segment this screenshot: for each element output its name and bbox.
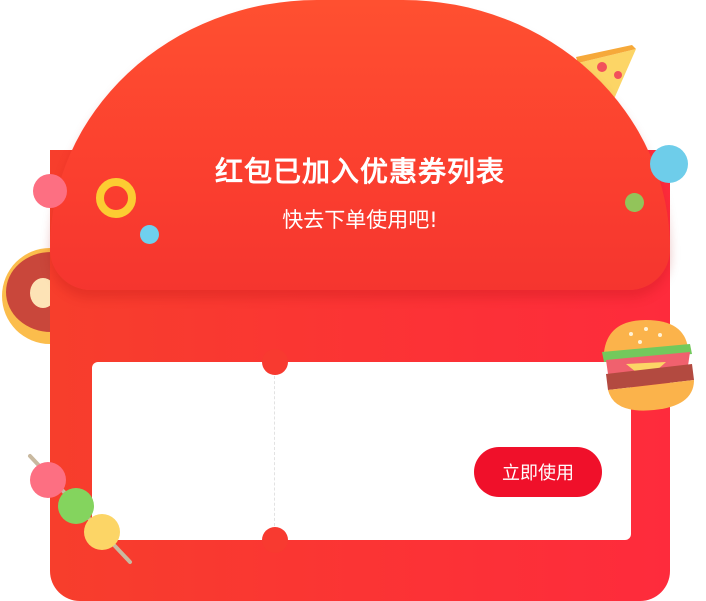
ticket-notch-bottom: [262, 527, 288, 553]
burger-icon: [602, 320, 694, 411]
ticket-divider: [274, 376, 275, 526]
blue-dot-confetti-icon: [650, 145, 688, 183]
ticket-notch-top: [262, 349, 288, 375]
coupon-ticket: 立即使用: [92, 349, 631, 553]
dialog-title: 红包已加入优惠券列表: [214, 155, 505, 188]
green-dot-confetti-icon: [625, 193, 644, 212]
red-packet-dialog: 红包已加入优惠券列表 快去下单使用吧! 立即使用: [0, 0, 706, 601]
skewer-icon: [28, 454, 132, 564]
use-now-button[interactable]: 立即使用: [474, 447, 602, 497]
envelope-flap: 红包已加入优惠券列表 快去下单使用吧!: [50, 0, 670, 290]
pink-dot-confetti-icon: [33, 174, 67, 208]
blue-dot-confetti-icon: [140, 225, 159, 244]
ring-confetti-icon: [96, 178, 136, 218]
